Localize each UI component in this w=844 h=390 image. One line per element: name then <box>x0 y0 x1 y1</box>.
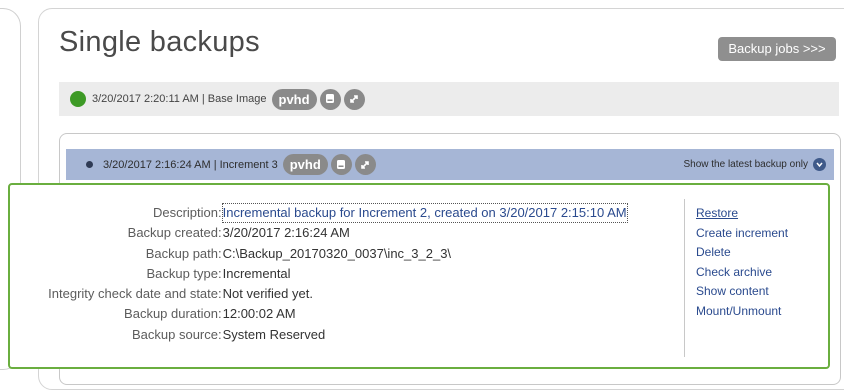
detail-label: Backup path <box>145 245 218 261</box>
disk-icon[interactable] <box>330 154 352 175</box>
detail-row-source: Backup source: System Reserved <box>10 325 690 345</box>
chevron-down-icon <box>813 158 826 171</box>
restore-link[interactable]: Restore <box>696 204 788 224</box>
detail-label: Backup type <box>146 265 218 281</box>
detail-label: Backup duration <box>124 306 218 322</box>
detail-row-path: Backup path: C:\Backup_20170320_0037\inc… <box>10 244 690 264</box>
backup-jobs-button[interactable]: Backup jobs >>> <box>718 37 836 61</box>
expand-icon[interactable] <box>343 88 365 110</box>
base-backup-summary: 3/20/2017 2:20:11 AM | Base Image <box>92 93 267 105</box>
increment-row[interactable]: 3/20/2017 2:16:24 AM | Increment 3 pvhd … <box>66 149 834 180</box>
show-latest-toggle[interactable]: Show the latest backup only <box>683 149 826 180</box>
bullet-icon <box>86 161 93 168</box>
actions-list: Restore Create increment Delete Check ar… <box>696 204 788 321</box>
page-title: Single backups <box>59 26 260 58</box>
mount-unmount-link[interactable]: Mount/Unmount <box>696 302 788 322</box>
detail-value: System Reserved <box>222 326 326 342</box>
detail-row-integrity: Integrity check date and state: Not veri… <box>10 284 690 304</box>
detail-value: C:\Backup_20170320_0037\inc_3_2_3\ <box>222 245 452 261</box>
detail-label: Description <box>152 205 218 220</box>
expand-icon[interactable] <box>354 154 376 175</box>
backup-details-panel: Description: Incremental backup for Incr… <box>8 183 830 369</box>
create-increment-link[interactable]: Create increment <box>696 224 788 244</box>
delete-link[interactable]: Delete <box>696 243 788 263</box>
detail-label: Integrity check date and state <box>48 286 218 302</box>
detail-value: Not verified yet. <box>222 286 313 302</box>
detail-row-created: Backup created: 3/20/2017 2:16:24 AM <box>10 223 690 243</box>
increment-summary: 3/20/2017 2:16:24 AM | Increment 3 <box>103 158 278 171</box>
disk-icon[interactable] <box>319 88 341 110</box>
detail-row-duration: Backup duration: 12:00:02 AM <box>10 304 690 324</box>
details-list: Description: Incremental backup for Incr… <box>10 203 690 345</box>
status-ok-icon <box>70 91 86 107</box>
detail-value: Incremental <box>222 265 291 281</box>
show-content-link[interactable]: Show content <box>696 282 788 302</box>
format-badge: pvhd <box>282 154 328 175</box>
check-archive-link[interactable]: Check archive <box>696 263 788 283</box>
show-latest-label: Show the latest backup only <box>683 159 808 170</box>
detail-label: Backup source <box>132 326 218 342</box>
base-backup-row[interactable]: 3/20/2017 2:20:11 AM | Base Image pvhd <box>59 82 839 116</box>
detail-label: Backup created <box>127 225 218 241</box>
format-badge: pvhd <box>271 88 317 110</box>
detail-value: 3/20/2017 2:16:24 AM <box>222 225 350 241</box>
divider <box>684 199 685 357</box>
description-value[interactable]: Incremental backup for Increment 2, crea… <box>221 203 628 224</box>
detail-row-type: Backup type: Incremental <box>10 264 690 284</box>
detail-value: 12:00:02 AM <box>222 306 296 322</box>
detail-row-description: Description: Incremental backup for Incr… <box>10 203 690 224</box>
